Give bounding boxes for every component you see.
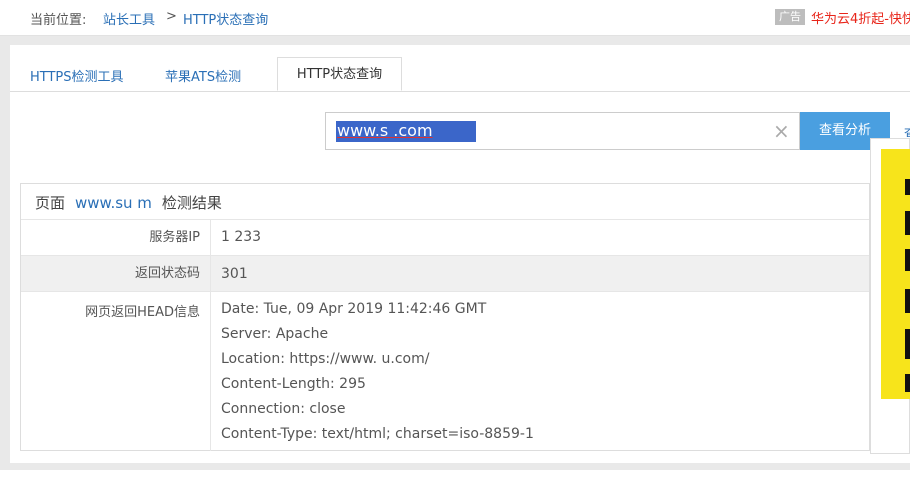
head-info-lines: Date: Tue, 09 Apr 2019 11:42:46 GMT Serv… (221, 297, 534, 447)
head-line: Location: https://www. u.com/ (221, 351, 430, 367)
ad-glyph (905, 289, 910, 313)
head-line: Content-Type: text/html; charset=iso-885… (221, 426, 534, 442)
ad-image (881, 149, 910, 399)
result-title-host[interactable]: www.su m (75, 194, 152, 212)
main-card: HTTPS检测工具 苹果ATS检测 HTTP状态查询 www.s .com × … (10, 45, 910, 463)
tab-bar: HTTPS检测工具 苹果ATS检测 HTTP状态查询 (10, 57, 910, 92)
search-input-text[interactable]: www.s .com (337, 121, 433, 141)
head-line: Date: Tue, 09 Apr 2019 11:42:46 GMT (221, 301, 487, 317)
tab-apple-ats[interactable]: 苹果ATS检测 (165, 66, 241, 85)
head-line: Content-Length: 295 (221, 376, 366, 392)
breadcrumb-link-http-status[interactable]: HTTP状态查询 (183, 9, 268, 28)
tab-http-status[interactable]: HTTP状态查询 (277, 57, 402, 91)
server-ip-value[interactable]: 1 233 (221, 229, 261, 245)
ad-glyph (905, 329, 910, 359)
row-label: 返回状态码 (21, 256, 211, 292)
result-panel: 页面 www.su m 检测结果 服务器IP 1 233 返回状态码 301 网页返… (20, 183, 870, 451)
row-label: 网页返回HEAD信息 (21, 292, 211, 451)
close-icon[interactable]: × (773, 120, 790, 142)
ad-link[interactable]: 华为云4折起-快快 (811, 8, 910, 27)
status-code-value: 301 (221, 266, 248, 282)
result-title: 页面 www.su m 检测结果 (35, 192, 222, 213)
row-head-info: 网页返回HEAD信息 Date: Tue, 09 Apr 2019 11:42:… (21, 291, 869, 451)
tab-https-check[interactable]: HTTPS检测工具 (30, 66, 124, 85)
head-line: Server: Apache (221, 326, 329, 342)
row-label: 服务器IP (21, 220, 211, 255)
ad-glyph (905, 179, 910, 195)
result-title-prefix: 页面 (35, 194, 66, 212)
head-line: Connection: close (221, 401, 346, 417)
ad-glyph (905, 374, 910, 392)
breadcrumb-link-tools[interactable]: 站长工具 (103, 9, 155, 28)
row-server-ip: 服务器IP 1 233 (21, 219, 869, 255)
top-bar: 当前位置: 站长工具 > HTTP状态查询 广告 华为云4折起-快快 (0, 0, 910, 36)
breadcrumb-separator: > (166, 9, 177, 24)
row-status-code: 返回状态码 301 (21, 255, 869, 292)
bottom-card-edge (0, 470, 910, 478)
ad-glyph (905, 211, 910, 235)
ad-glyph (905, 249, 910, 271)
search-box[interactable]: www.s .com × (325, 112, 800, 150)
side-ad-banner[interactable] (870, 138, 910, 454)
result-title-suffix: 检测结果 (161, 194, 222, 212)
ad-badge: 广告 (775, 9, 805, 25)
breadcrumb-label: 当前位置: (30, 13, 87, 28)
